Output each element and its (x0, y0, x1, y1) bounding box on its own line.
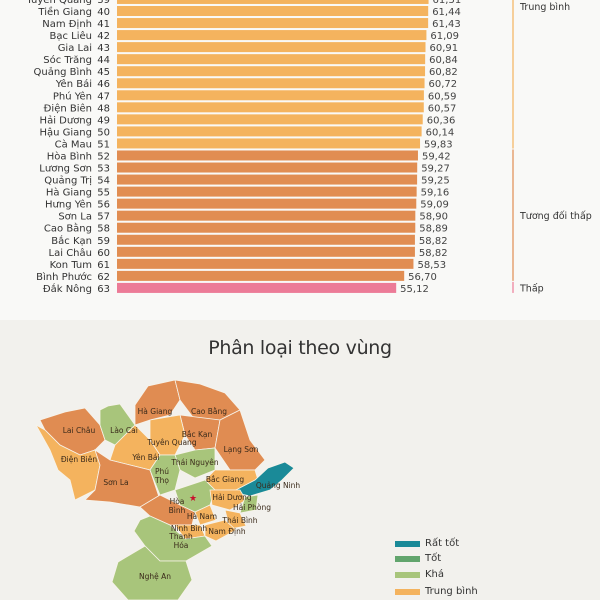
legend-swatch (395, 556, 420, 562)
province-map: ★ Lai Châu Điện Biên Lào Cai Hà Giang Cao Bằn… (34, 379, 301, 600)
legend-label: Rất tốt (425, 538, 460, 549)
legend-label: Tốt (425, 553, 442, 564)
province-label: Hải Phòng (233, 503, 271, 512)
province-label: Hà Nam (187, 512, 217, 521)
province-label: Thái Bình (221, 516, 257, 525)
province-label: Nam Định (208, 527, 246, 536)
legend-swatch (395, 589, 420, 595)
province-label: Lạng Sơn (224, 445, 259, 454)
province-label: Yên Bái (131, 453, 159, 462)
province-label: Hòa Bình (169, 497, 186, 515)
province-label: Thái Nguyên (170, 458, 219, 467)
province-label: Sơn La (103, 478, 128, 487)
province-label: Bắc Giang (206, 475, 244, 484)
legend-swatch (395, 572, 420, 578)
province-label: Điện Biên (61, 455, 97, 464)
province-label: Phú Thọ (154, 467, 169, 485)
province-label: Lào Cai (110, 426, 138, 435)
legend-swatch (395, 541, 420, 547)
province-label: Tuyên Quang (146, 438, 196, 447)
legend-label: Trung bình (425, 586, 478, 597)
province-label: Lai Châu (63, 426, 96, 435)
province-shape (214, 409, 266, 471)
province-label: Nghệ An (139, 572, 171, 581)
province-label: Hà Giang (138, 407, 173, 416)
legend-label: Khá (425, 569, 445, 580)
province-label: Quảng Ninh (256, 481, 301, 490)
province-label: Cao Bằng (191, 407, 227, 416)
province-label: Hải Dương (212, 493, 252, 502)
capital-star-icon: ★ (189, 494, 197, 504)
